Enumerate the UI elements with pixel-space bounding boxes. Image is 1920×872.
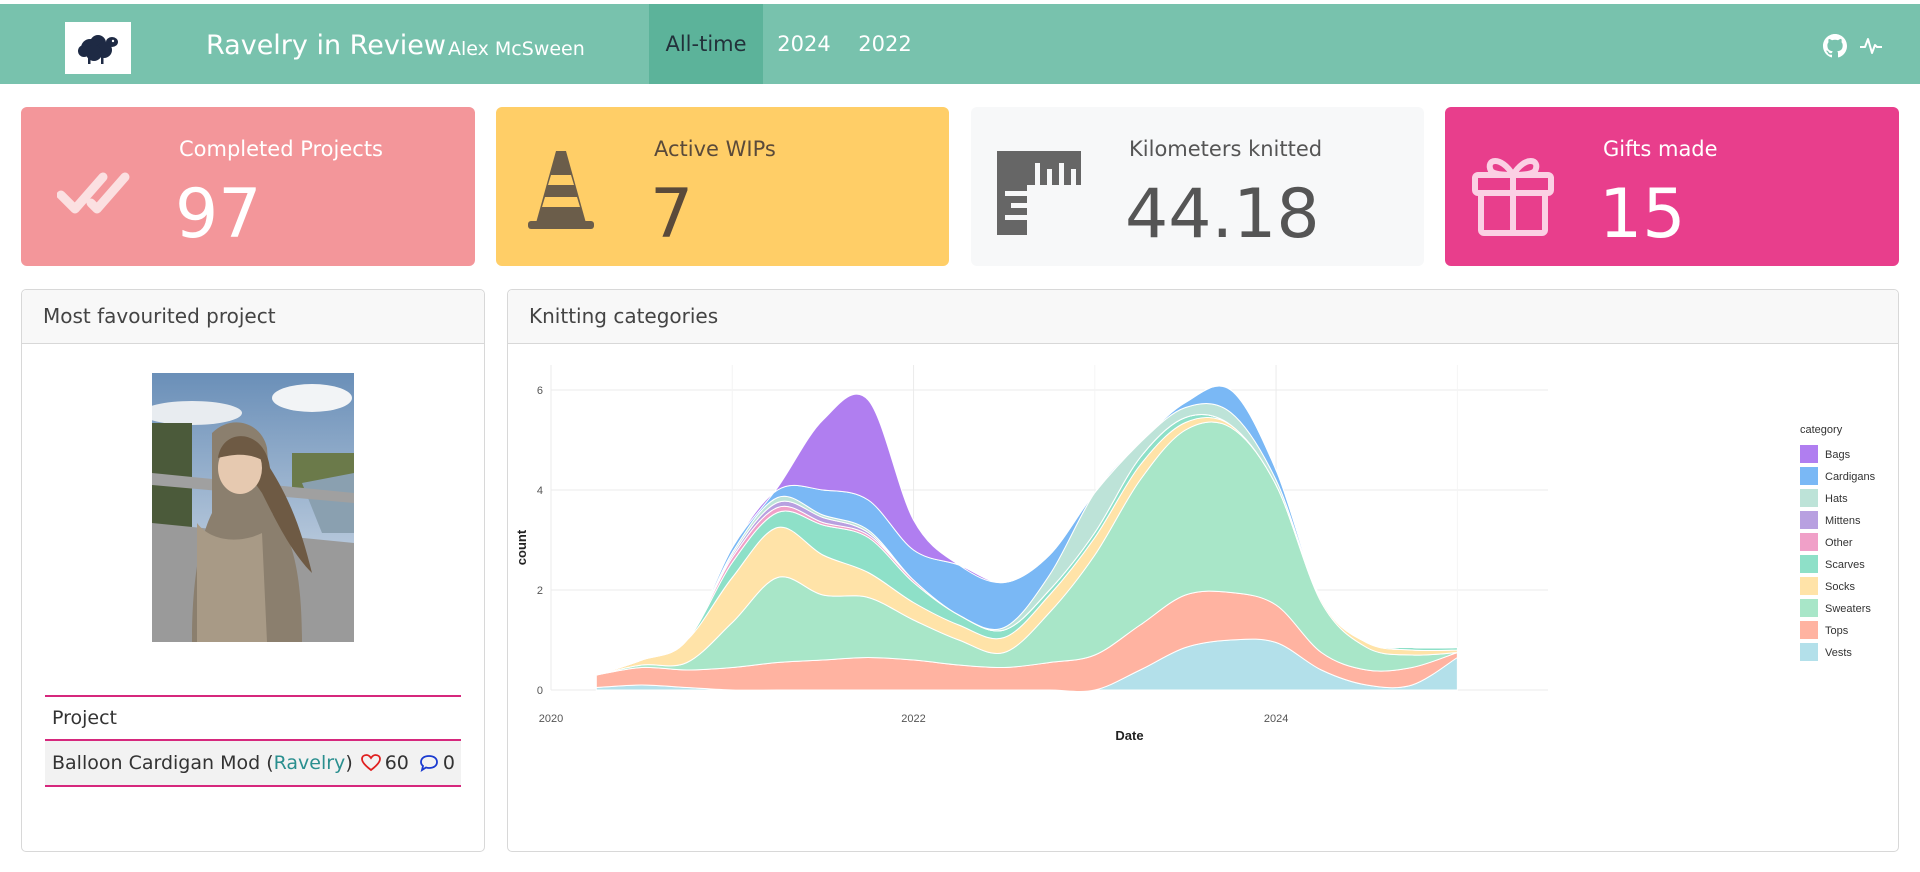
legend-swatch <box>1800 445 1818 463</box>
ravelry-link[interactable]: Ravelry <box>274 752 346 774</box>
legend-label: Socks <box>1825 581 1855 593</box>
stat-label: Kilometers knitted <box>1129 137 1323 161</box>
heart-icon <box>360 754 381 772</box>
comment-icon <box>420 755 438 772</box>
legend-swatch <box>1800 489 1818 507</box>
legend-label: Bags <box>1825 449 1851 461</box>
legend-swatch <box>1800 533 1818 551</box>
pulse-icon[interactable] <box>1859 34 1885 60</box>
x-axis-title: Date <box>1115 728 1143 743</box>
favourite-project-panel: Most favourited project Project Balloon … <box>21 289 485 852</box>
stat-card-kilometers: Kilometers knitted 44.18 <box>971 107 1424 266</box>
x-tick-label: 2020 <box>539 713 563 725</box>
legend-swatch <box>1800 555 1818 573</box>
knitting-categories-panel: Knitting categories 0 2 4 6 2020 2022 2024 Da… <box>507 289 1899 852</box>
legend-label: Vests <box>1825 647 1852 659</box>
legend-swatch <box>1800 621 1818 639</box>
y-tick-label: 4 <box>537 485 543 497</box>
y-tick-label: 6 <box>537 385 543 397</box>
legend-swatch <box>1800 599 1818 617</box>
user-name: Alex McSween <box>448 38 585 60</box>
tab-all-time[interactable]: All-time <box>649 4 763 84</box>
tab-2024[interactable]: 2024 <box>763 4 845 84</box>
legend-title: category <box>1800 424 1843 436</box>
tab-2022[interactable]: 2022 <box>845 4 925 84</box>
stat-card-gifts: Gifts made 15 <box>1445 107 1899 266</box>
panel-title: Most favourited project <box>22 290 484 344</box>
legend-swatch <box>1800 643 1818 661</box>
traffic-cone-icon <box>526 147 616 237</box>
stat-value: 44.18 <box>1125 175 1320 254</box>
stat-card-wips: Active WIPs 7 <box>496 107 949 266</box>
stat-value: 15 <box>1599 175 1686 254</box>
likes-count: 60 <box>384 752 409 774</box>
x-tick-label: 2022 <box>901 713 925 725</box>
y-tick-label: 0 <box>537 685 543 697</box>
github-icon[interactable] <box>1823 34 1849 60</box>
gift-icon <box>1471 151 1561 241</box>
legend-label: Cardigans <box>1825 471 1876 483</box>
legend-label: Hats <box>1825 493 1848 505</box>
sheep-logo-icon[interactable] <box>65 22 131 74</box>
legend-label: Tops <box>1825 625 1849 637</box>
legend-swatch <box>1800 467 1818 485</box>
stat-card-completed: Completed Projects 97 <box>21 107 475 266</box>
stat-label: Gifts made <box>1603 137 1718 161</box>
y-tick-label: 2 <box>537 585 543 597</box>
legend-label: Scarves <box>1825 559 1865 571</box>
project-photo[interactable] <box>152 373 354 642</box>
x-tick-label: 2024 <box>1264 713 1288 725</box>
stat-value: 7 <box>650 175 694 254</box>
panel-title: Knitting categories <box>508 290 1898 344</box>
stat-label: Active WIPs <box>654 137 776 161</box>
double-check-icon <box>56 151 147 241</box>
top-navbar: Ravelry in Review Alex McSween All-time … <box>0 4 1920 84</box>
stat-value: 97 <box>175 175 262 254</box>
legend-swatch <box>1800 511 1818 529</box>
ruler-icon <box>997 151 1087 241</box>
table-row: Balloon Cardigan Mod (Ravelry) 60 0 <box>45 741 461 787</box>
legend-label: Other <box>1825 537 1853 549</box>
legend-swatch <box>1800 577 1818 595</box>
legend-label: Mittens <box>1825 515 1861 527</box>
legend-label: Sweaters <box>1825 603 1871 615</box>
y-axis-title: count <box>514 529 529 565</box>
table-header: Project <box>45 695 461 741</box>
stat-label: Completed Projects <box>179 137 384 161</box>
categories-chart: 0 2 4 6 2020 2022 2024 Date count category Bag… <box>514 365 1876 743</box>
comments-count: 0 <box>442 752 455 774</box>
project-table: Project Balloon Cardigan Mod (Ravelry) 6… <box>45 695 461 787</box>
project-name: Balloon Cardigan Mod <box>52 752 261 774</box>
app-title[interactable]: Ravelry in Review <box>206 30 446 61</box>
